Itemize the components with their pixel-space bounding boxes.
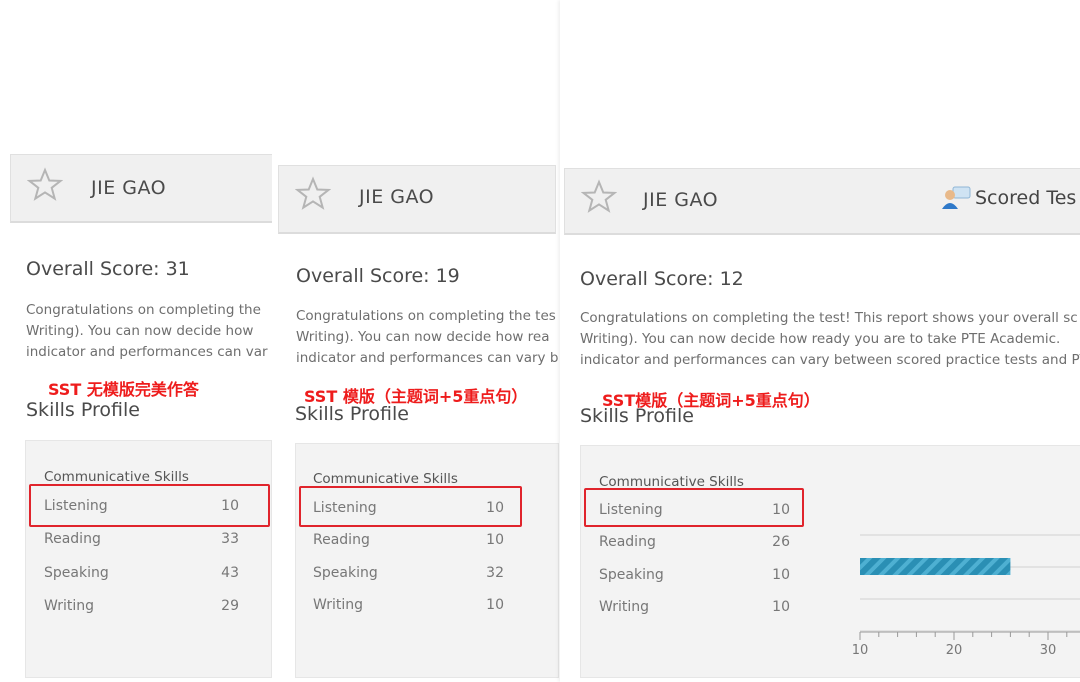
card-header: JIE GAO xyxy=(10,154,274,223)
desc-line: Writing). You can now decide how xyxy=(26,323,254,339)
user-chat-icon xyxy=(942,186,971,209)
communicative-skills-title: Communicative Skills xyxy=(313,471,458,487)
chart-tick-label: 30 xyxy=(1040,643,1057,658)
score-description: Congratulations on completing the tes Wr… xyxy=(296,306,558,369)
skills-bar-chart: 10 20 30 xyxy=(852,534,1080,658)
score-description: Congratulations on completing the test! … xyxy=(580,308,1080,371)
skill-score-writing: 10 xyxy=(772,599,790,615)
skill-label-speaking: Speaking xyxy=(313,565,378,581)
skill-score-reading: 26 xyxy=(772,534,790,550)
chart-gridline xyxy=(860,534,1080,536)
skill-label-writing: Writing xyxy=(599,599,649,615)
listening-highlight-box xyxy=(29,484,270,527)
skill-label-speaking: Speaking xyxy=(599,567,664,583)
skill-label-speaking: Speaking xyxy=(44,565,109,581)
chart-tick-label: 10 xyxy=(852,643,869,658)
score-card-1: JIE GAO Overall Score: 31 Congratulation… xyxy=(0,0,274,682)
skill-score-reading: 10 xyxy=(486,532,504,548)
overall-score: Overall Score: 12 xyxy=(580,268,744,290)
skill-score-speaking: 43 xyxy=(221,565,239,581)
desc-line: indicator and performances can var xyxy=(26,344,268,360)
skills-profile-title: Skills Profile xyxy=(580,405,694,427)
skill-label-writing: Writing xyxy=(44,598,94,614)
card-header: JIE GAO Scored Tes xyxy=(564,168,1080,235)
scored-test-label: Scored Tes xyxy=(975,187,1077,209)
skill-score-writing: 10 xyxy=(486,597,504,613)
chart-bar-reading xyxy=(860,558,1011,575)
score-card-2: JIE GAO Overall Score: 19 Congratulation… xyxy=(272,0,560,682)
score-card-3: JIE GAO Scored Tes Overall Score: 12 Con… xyxy=(560,0,1080,682)
card-header: JIE GAO xyxy=(278,165,556,234)
skill-score-writing: 29 xyxy=(221,598,239,614)
desc-line: Writing). You can now decide how ready y… xyxy=(580,331,1061,347)
candidate-name: JIE GAO xyxy=(359,186,435,208)
star-icon[interactable] xyxy=(295,176,331,212)
desc-line: Congratulations on completing the tes xyxy=(296,308,556,324)
star-icon[interactable] xyxy=(581,179,617,215)
skills-profile-title: Skills Profile xyxy=(26,399,140,421)
overall-score: Overall Score: 19 xyxy=(296,265,460,287)
skill-label-reading: Reading xyxy=(313,532,370,548)
overall-score: Overall Score: 31 xyxy=(26,258,190,280)
score-description: Congratulations on completing the Writin… xyxy=(26,300,272,363)
skill-label-reading: Reading xyxy=(599,534,656,550)
desc-line: Congratulations on completing the xyxy=(26,302,261,318)
skills-profile-title: Skills Profile xyxy=(295,403,409,425)
desc-line: indicator and performances can vary b xyxy=(296,350,558,366)
listening-highlight-box xyxy=(299,486,522,527)
skill-score-speaking: 10 xyxy=(772,567,790,583)
candidate-name: JIE GAO xyxy=(643,189,719,211)
desc-line: Writing). You can now decide how rea xyxy=(296,329,550,345)
red-annotation: SST 无模版完美作答 xyxy=(48,380,199,399)
desc-line: Congratulations on completing the test! … xyxy=(580,310,1078,326)
star-icon[interactable] xyxy=(27,167,63,203)
skill-label-writing: Writing xyxy=(313,597,363,613)
desc-line: indicator and performances can vary betw… xyxy=(580,352,1080,368)
skill-score-reading: 33 xyxy=(221,531,239,547)
skill-score-speaking: 32 xyxy=(486,565,504,581)
communicative-skills-title: Communicative Skills xyxy=(44,469,189,485)
listening-highlight-box xyxy=(584,488,804,527)
chart-tick-label: 20 xyxy=(946,643,963,658)
candidate-name: JIE GAO xyxy=(91,177,167,199)
chart-gridline xyxy=(860,598,1080,600)
skill-label-reading: Reading xyxy=(44,531,101,547)
